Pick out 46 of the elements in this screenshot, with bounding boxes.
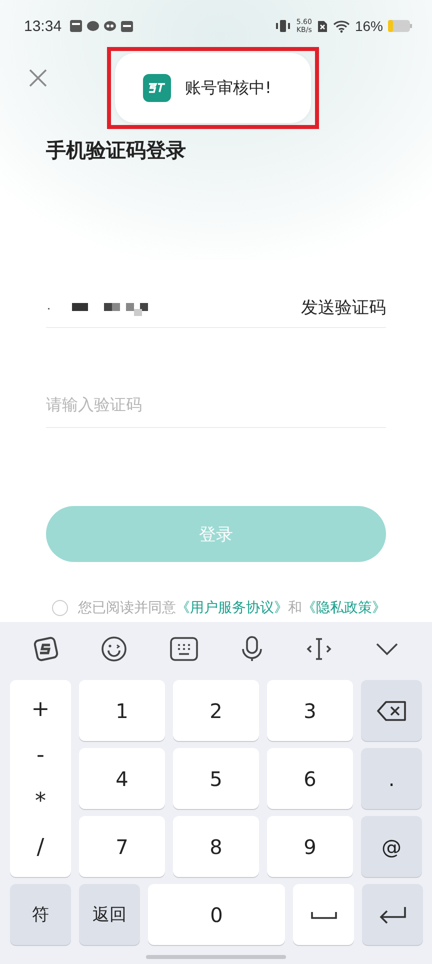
- inbox-icon: [70, 20, 82, 32]
- collapse-icon[interactable]: [374, 642, 399, 656]
- symbol-key[interactable]: *: [25, 789, 56, 814]
- sim-icon: [316, 20, 328, 32]
- status-time: 13:34: [24, 18, 62, 34]
- keyboard-icon[interactable]: [170, 637, 198, 661]
- digit-key[interactable]: 6: [267, 748, 353, 809]
- battery-icon: [388, 20, 412, 32]
- emoji-icon[interactable]: [101, 636, 128, 662]
- space-icon: [310, 910, 336, 920]
- close-icon[interactable]: [29, 69, 47, 87]
- symbol-key[interactable]: -: [26, 742, 54, 768]
- phone-field[interactable]: 发送验证码: [46, 288, 386, 328]
- page-title: 手机验证码登录: [46, 137, 187, 164]
- send-code-button[interactable]: 发送验证码: [301, 296, 386, 319]
- digit-key[interactable]: 4: [79, 748, 165, 809]
- back-key[interactable]: 返回: [79, 884, 140, 945]
- agreement-text: 您已阅读并同意《用户服务协议》和《隐私政策》: [78, 599, 386, 617]
- symbol-key[interactable]: /: [26, 835, 54, 860]
- symbols-key[interactable]: 符: [10, 884, 71, 945]
- app-logo-icon: [143, 74, 171, 102]
- vibrate-icon: [275, 19, 292, 33]
- digit-key[interactable]: 3: [267, 680, 353, 741]
- backspace-icon: [376, 700, 406, 720]
- digit-key[interactable]: 1: [79, 680, 165, 741]
- agreement-radio[interactable]: [52, 600, 68, 616]
- battery-percent: 16%: [354, 18, 383, 34]
- backspace-key[interactable]: [361, 680, 422, 741]
- digit-key[interactable]: 2: [173, 680, 259, 741]
- code-input-field[interactable]: 请输入验证码: [46, 386, 386, 428]
- microphone-icon[interactable]: [240, 636, 264, 662]
- wifi-icon: [332, 20, 350, 32]
- digit-key[interactable]: 0: [148, 884, 285, 945]
- calendar-icon: [120, 20, 133, 32]
- cursor-move-icon[interactable]: [306, 636, 332, 662]
- digit-key[interactable]: 8: [173, 816, 259, 877]
- enter-icon: [378, 906, 406, 924]
- symbol-key[interactable]: +: [21, 696, 60, 722]
- digit-key[interactable]: 9: [267, 816, 353, 877]
- input-method-logo-icon[interactable]: [33, 636, 60, 662]
- symbol-key[interactable]: @: [361, 816, 422, 877]
- digit-key[interactable]: 7: [79, 816, 165, 877]
- toast-message: 账号审核中!: [185, 78, 272, 98]
- enter-key[interactable]: [362, 884, 423, 945]
- symbol-key[interactable]: .: [361, 748, 422, 809]
- digit-key[interactable]: 5: [173, 748, 259, 809]
